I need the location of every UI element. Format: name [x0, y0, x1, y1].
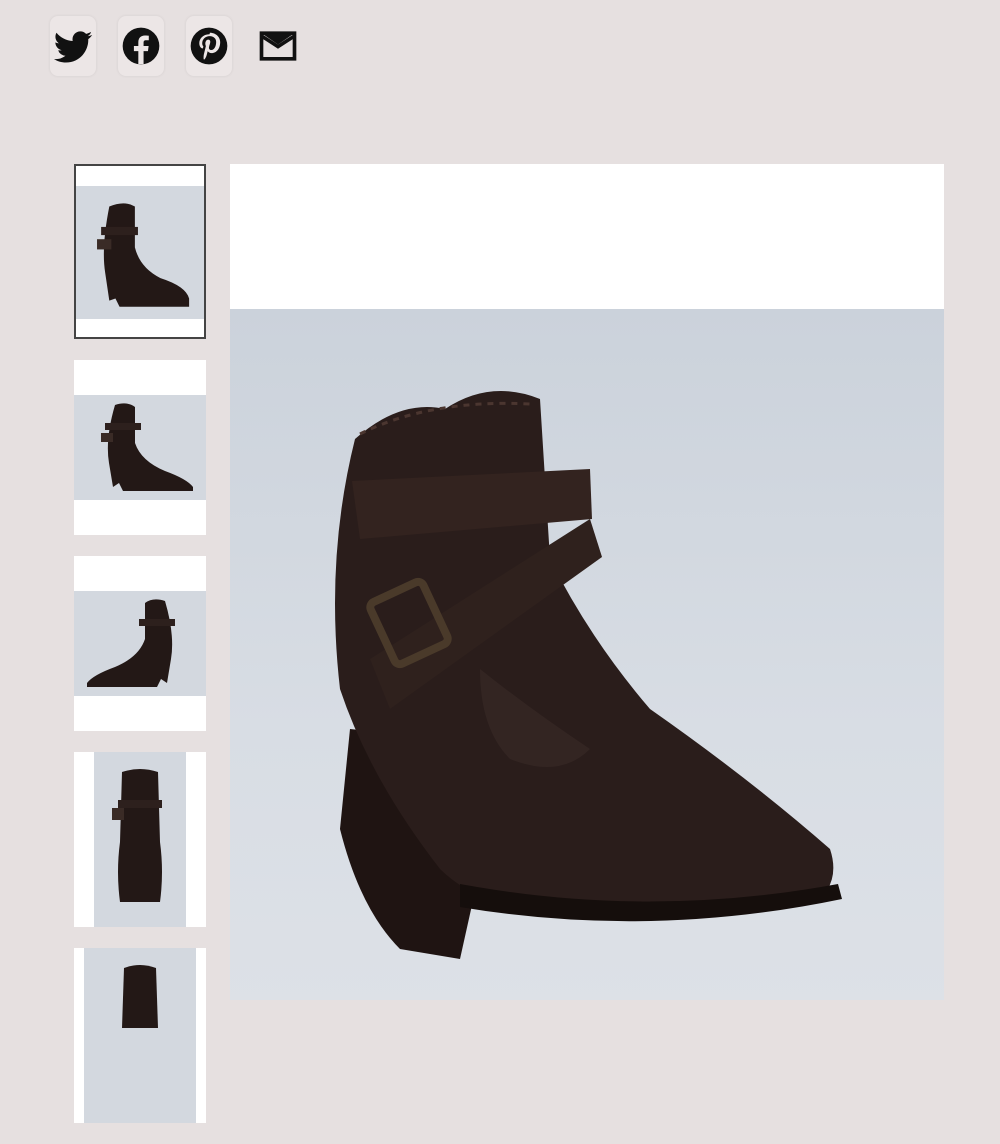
main-product-image[interactable]	[230, 164, 944, 1000]
email-share-button[interactable]	[254, 16, 302, 76]
thumbnail-2[interactable]	[74, 360, 206, 535]
thumbnail-gallery	[74, 164, 206, 1144]
boot-thumbnail-image	[94, 752, 186, 927]
thumbnail-5[interactable]	[74, 948, 206, 1123]
boot-main-photo	[230, 309, 944, 1000]
thumbnail-4[interactable]	[74, 752, 206, 927]
pinterest-share-button[interactable]	[186, 16, 232, 76]
facebook-icon	[122, 27, 160, 65]
share-bar	[50, 16, 302, 76]
twitter-share-button[interactable]	[50, 16, 96, 76]
facebook-share-button[interactable]	[118, 16, 164, 76]
mail-icon	[259, 31, 297, 61]
thumbnail-1[interactable]	[74, 164, 206, 339]
thumbnail-3[interactable]	[74, 556, 206, 731]
pinterest-icon	[190, 27, 228, 65]
boot-thumbnail-image	[76, 186, 204, 319]
boot-thumbnail-image	[84, 948, 196, 1123]
boot-thumbnail-image	[74, 395, 206, 500]
twitter-icon	[53, 31, 93, 63]
boot-thumbnail-image	[74, 591, 206, 696]
